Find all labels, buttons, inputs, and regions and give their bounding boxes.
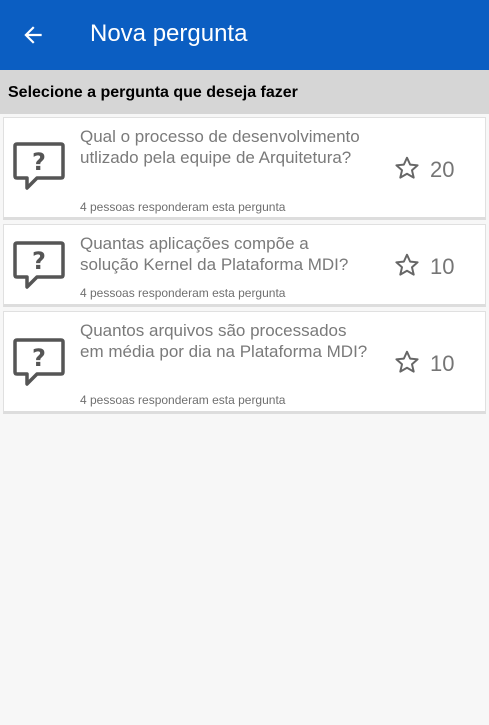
section-header: Selecione a pergunta que deseja fazer bbox=[0, 70, 489, 114]
responders-count: 4 pessoas responderam esta pergunta bbox=[80, 393, 286, 407]
responders-count: 4 pessoas responderam esta pergunta bbox=[80, 286, 286, 300]
question-text: Quantos arquivos são processados em médi… bbox=[80, 321, 368, 361]
star-icon[interactable] bbox=[394, 252, 420, 278]
question-text: Quantas aplicações compõe a solução Kern… bbox=[80, 234, 349, 274]
question-card[interactable]: ? Quantos arquivos são processados em mé… bbox=[3, 311, 486, 414]
question-bubble-icon: ? bbox=[13, 338, 65, 386]
responders-count: 4 pessoas responderam esta pergunta bbox=[80, 200, 286, 214]
question-bubble-icon: ? bbox=[13, 241, 65, 289]
section-title: Selecione a pergunta que deseja fazer bbox=[8, 84, 298, 101]
arrow-left-icon[interactable] bbox=[20, 22, 46, 48]
app-bar: Nova pergunta bbox=[0, 0, 489, 70]
page-title: Nova pergunta bbox=[90, 20, 248, 47]
star-icon[interactable] bbox=[394, 155, 420, 181]
question-card[interactable]: ? Quantas aplicações compõe a solução Ke… bbox=[3, 224, 486, 307]
svg-text:?: ? bbox=[32, 148, 46, 176]
question-score: 10 bbox=[430, 254, 455, 279]
question-score: 20 bbox=[430, 157, 455, 182]
question-card[interactable]: ? Qual o processo de desenvolvimento utl… bbox=[3, 117, 486, 220]
svg-text:?: ? bbox=[32, 247, 46, 275]
svg-text:?: ? bbox=[32, 344, 46, 372]
question-bubble-icon: ? bbox=[13, 142, 65, 190]
star-icon[interactable] bbox=[394, 349, 420, 375]
question-score: 10 bbox=[430, 351, 455, 376]
question-text: Qual o processo de desenvolvimento utliz… bbox=[80, 127, 360, 167]
